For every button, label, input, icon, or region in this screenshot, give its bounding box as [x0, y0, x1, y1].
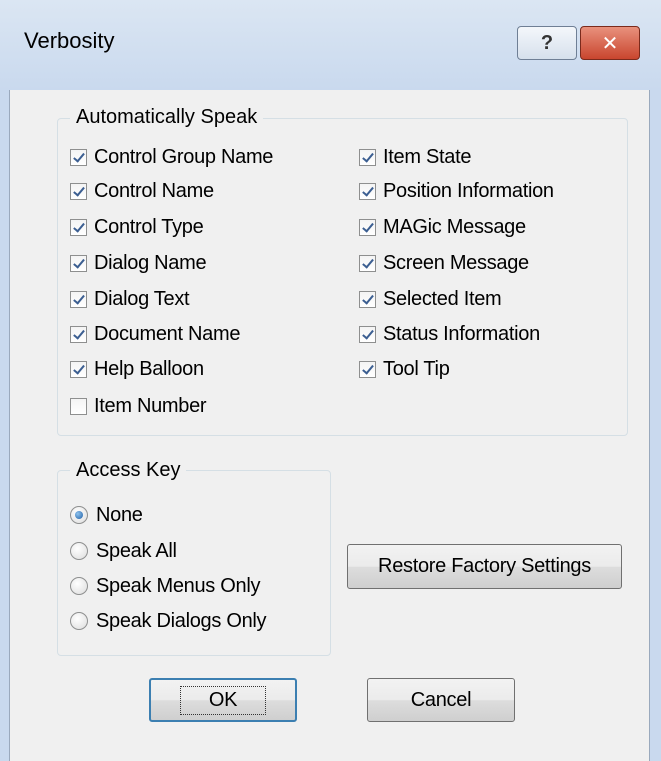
checkbox-box[interactable] [70, 290, 87, 308]
checkbox-status-information[interactable]: Status Information [359, 320, 540, 348]
checkbox-label: Document Name [94, 322, 241, 345]
checkbox-label: Status Information [383, 322, 540, 345]
window-frame-right [649, 90, 661, 761]
checkbox-box[interactable] [359, 218, 376, 236]
checkbox-document-name[interactable]: Document Name [70, 320, 240, 348]
radio-speak-menus-only[interactable]: Speak Menus Only [70, 572, 260, 600]
checkbox-box[interactable] [70, 254, 87, 272]
checkbox-label: Dialog Text [94, 287, 190, 310]
checkbox-label: Screen Message [383, 251, 529, 274]
checkbox-label: Control Group Name [94, 145, 274, 168]
close-icon: ✕ [601, 32, 619, 55]
checkbox-label: Item State [383, 145, 472, 168]
radio-none[interactable]: None [70, 501, 143, 529]
help-button[interactable]: ? [517, 26, 577, 60]
checkbox-label: MAGic Message [383, 215, 526, 238]
checkbox-dialog-name[interactable]: Dialog Name [70, 249, 207, 277]
checkbox-box[interactable] [70, 360, 87, 378]
radio-label: Speak Menus Only [96, 574, 261, 597]
radio-label: None [96, 503, 143, 526]
checkbox-screen-message[interactable]: Screen Message [359, 249, 529, 277]
radio-button[interactable] [70, 612, 88, 630]
checkbox-label: Control Type [94, 215, 204, 238]
window-title: Verbosity [24, 28, 115, 53]
checkbox-box[interactable] [70, 182, 87, 200]
checkbox-label: Tool Tip [383, 357, 450, 380]
help-icon: ? [540, 31, 554, 54]
checkbox-label: Item Number [94, 394, 207, 417]
radio-button[interactable] [70, 506, 88, 524]
automatically-speak-legend: Automatically Speak [70, 106, 264, 129]
checkbox-box[interactable] [359, 360, 376, 378]
title-bar[interactable]: Verbosity ? ✕ [0, 0, 661, 91]
ok-button[interactable]: OK [149, 678, 297, 722]
radio-button[interactable] [70, 542, 88, 560]
checkbox-control-name[interactable]: Control Name [70, 177, 214, 205]
access-key-legend: Access Key [70, 459, 187, 482]
checkbox-label: Dialog Name [94, 251, 207, 274]
checkbox-box[interactable] [70, 397, 87, 415]
restore-factory-settings-button[interactable]: Restore Factory Settings [347, 544, 622, 589]
checkbox-item-number[interactable]: Item Number [70, 392, 207, 420]
checkbox-magic-message[interactable]: MAGic Message [359, 213, 526, 241]
checkbox-tool-tip[interactable]: Tool Tip [359, 355, 450, 383]
checkbox-control-group-name[interactable]: Control Group Name [70, 143, 273, 171]
checkbox-box[interactable] [70, 325, 87, 343]
checkbox-box[interactable] [70, 218, 87, 236]
verbosity-dialog: Verbosity ? ✕ Automatically Speak Contro… [0, 0, 661, 761]
cancel-button-label: Cancel [410, 688, 472, 711]
checkbox-dialog-text[interactable]: Dialog Text [70, 285, 190, 313]
checkbox-help-balloon[interactable]: Help Balloon [70, 355, 204, 383]
checkbox-item-state[interactable]: Item State [359, 143, 471, 171]
window-frame-left [0, 90, 10, 761]
checkbox-label: Help Balloon [94, 357, 204, 380]
checkbox-box[interactable] [359, 254, 376, 272]
radio-speak-all[interactable]: Speak All [70, 537, 177, 565]
radio-button[interactable] [70, 577, 88, 595]
close-button[interactable]: ✕ [580, 26, 640, 60]
checkbox-label: Control Name [94, 179, 214, 202]
checkbox-label: Selected Item [383, 287, 502, 310]
restore-button-label: Restore Factory Settings [378, 555, 591, 577]
checkbox-box[interactable] [359, 290, 376, 308]
checkbox-label: Position Information [383, 179, 554, 202]
checkbox-position-information[interactable]: Position Information [359, 177, 554, 205]
cancel-button[interactable]: Cancel [367, 678, 515, 722]
checkbox-selected-item[interactable]: Selected Item [359, 285, 502, 313]
radio-label: Speak All [96, 539, 177, 562]
checkbox-box[interactable] [359, 148, 376, 166]
checkbox-box[interactable] [359, 182, 376, 200]
ok-button-label: OK [179, 685, 267, 715]
radio-speak-dialogs-only[interactable]: Speak Dialogs Only [70, 607, 267, 635]
radio-label: Speak Dialogs Only [96, 609, 267, 632]
checkbox-box[interactable] [359, 325, 376, 343]
checkbox-control-type[interactable]: Control Type [70, 213, 204, 241]
checkbox-box[interactable] [70, 148, 87, 166]
